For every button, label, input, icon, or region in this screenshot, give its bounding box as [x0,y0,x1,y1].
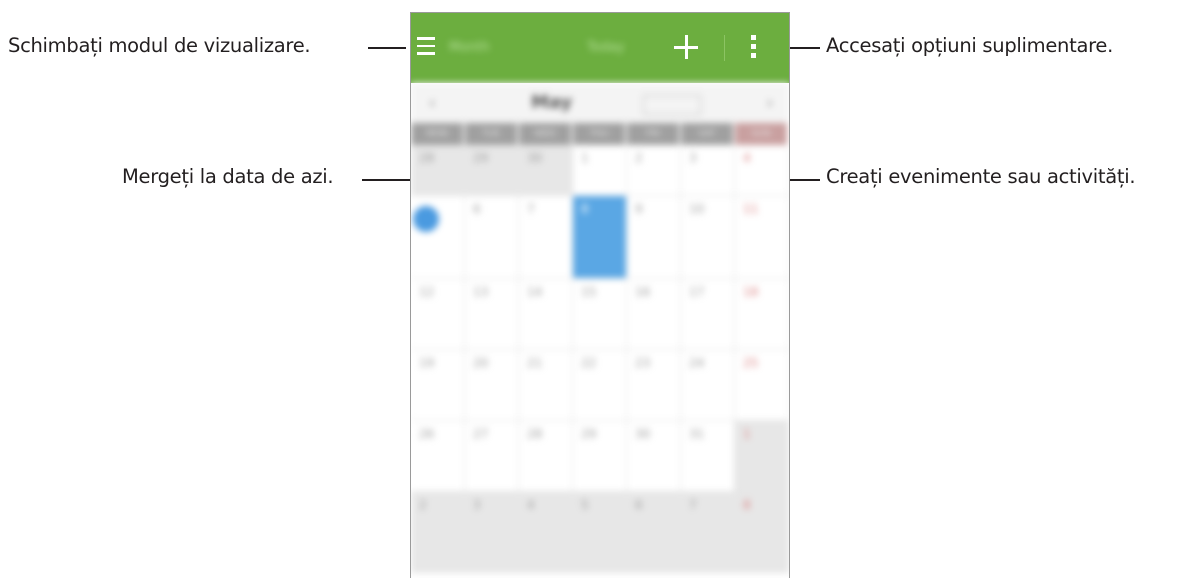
day-cell[interactable]: 9 [627,196,681,278]
weekday-label: SAT [681,123,733,145]
day-cell[interactable]: 4 [735,145,789,195]
view-title: Month [449,40,490,55]
action-bar-divider [724,35,725,61]
day-cell[interactable]: 19 [411,350,465,420]
day-cell[interactable]: 1 [573,145,627,195]
prev-month-button[interactable]: ‹ [429,93,435,112]
today-button[interactable]: Today [587,40,625,55]
day-cell[interactable]: 24 [681,350,735,420]
day-cell[interactable]: 3 [465,492,519,572]
day-cell[interactable]: 16 [627,279,681,349]
day-cell[interactable]: 7 [519,196,573,278]
month-navigator: ‹ May › [411,83,789,123]
weekday-label: TUE [465,123,517,145]
day-cell[interactable]: 21 [519,350,573,420]
day-cell[interactable]: 26 [411,421,465,491]
day-cell[interactable]: 13 [465,279,519,349]
day-cell[interactable]: 29 [573,421,627,491]
day-cell[interactable]: 8 [735,492,789,572]
day-cell[interactable]: 10 [681,196,735,278]
menu-icon[interactable] [417,37,435,55]
week-row: 6 7 8 9 10 11 [411,196,789,279]
day-cell[interactable]: 23 [627,350,681,420]
day-cell[interactable]: 25 [735,350,789,420]
day-cell[interactable]: 28 [519,421,573,491]
month-grid: 28 29 30 1 2 3 4 6 7 8 9 10 11 12 13 14 [411,145,789,573]
day-cell[interactable]: 12 [411,279,465,349]
weekday-header: MON TUE WED THU FRI SAT SUN [411,123,789,145]
callout-view-mode: Schimbați modul de vizualizare. [8,34,311,57]
day-cell[interactable]: 6 [627,492,681,572]
day-cell[interactable]: 2 [627,145,681,195]
day-cell[interactable]: 7 [681,492,735,572]
phone-screen: Month Today ‹ May › MON TUE WED THU FRI … [410,12,790,578]
action-bar: Month Today [411,13,789,83]
month-year-box [643,95,701,115]
weekday-label: THU [573,123,625,145]
add-icon[interactable] [674,35,698,59]
day-cell[interactable]: 27 [465,421,519,491]
day-cell-today[interactable] [411,196,465,278]
weekday-label: WED [519,123,571,145]
next-month-button[interactable]: › [767,93,773,112]
day-cell-selected[interactable]: 8 [573,196,627,278]
weekday-label: FRI [627,123,679,145]
day-cell[interactable]: 5 [573,492,627,572]
day-cell[interactable]: 3 [681,145,735,195]
day-cell[interactable]: 30 [519,145,573,195]
week-row: 26 27 28 29 30 31 1 [411,421,789,492]
callout-create: Creați evenimente sau activități. [826,165,1136,188]
day-cell[interactable]: 22 [573,350,627,420]
today-marker [413,206,439,232]
day-cell[interactable]: 4 [519,492,573,572]
day-cell[interactable]: 30 [627,421,681,491]
day-cell[interactable]: 18 [735,279,789,349]
week-row: 28 29 30 1 2 3 4 [411,145,789,196]
callout-view-mode-line [368,47,406,49]
day-cell[interactable]: 29 [465,145,519,195]
day-cell[interactable]: 20 [465,350,519,420]
day-cell[interactable]: 1 [735,421,789,491]
week-row: 12 13 14 15 16 17 18 [411,279,789,350]
day-cell[interactable]: 31 [681,421,735,491]
day-cell[interactable]: 11 [735,196,789,278]
callout-today: Mergeți la data de azi. [122,165,334,188]
day-cell[interactable]: 15 [573,279,627,349]
day-cell[interactable]: 17 [681,279,735,349]
more-vert-icon[interactable] [751,35,757,61]
day-cell[interactable]: 28 [411,145,465,195]
day-cell[interactable]: 14 [519,279,573,349]
day-cell[interactable]: 6 [465,196,519,278]
month-name: May [531,92,573,113]
weekday-label: SUN [735,123,787,145]
week-row: 2 3 4 5 6 7 8 [411,492,789,573]
weekday-label: MON [411,123,463,145]
week-row: 19 20 21 22 23 24 25 [411,350,789,421]
callout-more-options: Accesați opțiuni suplimentare. [826,34,1113,57]
day-cell[interactable]: 2 [411,492,465,572]
